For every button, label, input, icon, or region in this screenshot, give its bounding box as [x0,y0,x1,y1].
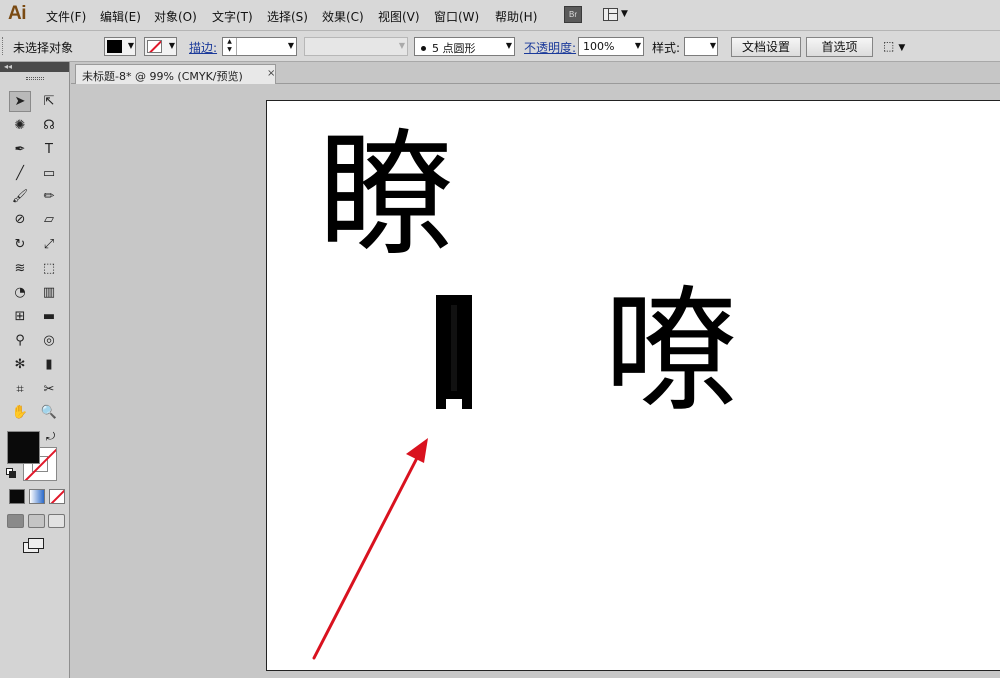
selection-tool-icon[interactable]: ➤ [9,91,31,112]
menu-object[interactable]: 对象(O) [154,8,197,25]
draw-behind-icon[interactable] [28,514,45,528]
line-tool-icon[interactable]: ╱ [9,163,31,184]
rotate-tool-icon[interactable]: ↻ [9,234,31,255]
workspace-layout-icon[interactable]: ▼ [603,7,629,23]
brush-definition-dropdown[interactable]: 5 点圆形 ▼ [414,37,515,56]
mesh-tool-icon[interactable]: ⊞ [9,306,31,327]
pen-tool-icon[interactable]: ✒ [9,139,31,160]
chevron-down-icon: ▼ [127,41,134,50]
outlined-shape[interactable] [436,295,472,409]
draw-inside-icon[interactable] [48,514,65,528]
screen-mode-icon[interactable] [23,538,45,554]
column-graph-tool-icon[interactable]: ▮ [38,354,60,375]
opacity-field[interactable]: 100% ▼ [578,37,644,56]
magic-wand-tool-icon[interactable]: ✺ [9,115,31,136]
perspective-grid-tool-icon[interactable]: ▥ [38,282,60,303]
blob-brush-tool-icon[interactable]: ⊘ [9,209,31,230]
chevron-down-icon: ▼ [505,41,512,50]
control-bar: 未选择对象 ▼ ▼ 描边: ▲ ▼ ▼ ▼ 5 点圆形 ▼ 不透明度: 100% … [0,31,1000,62]
direct-selection-tool-icon[interactable]: ⇱ [38,91,60,112]
menu-view[interactable]: 视图(V) [378,8,420,25]
panel-collapse-icon[interactable]: ◂◂ [0,62,69,72]
graphic-style-dropdown[interactable]: ▼ [684,37,718,56]
chevron-down-icon: ▼ [398,41,405,50]
rectangle-tool-icon[interactable]: ▭ [38,163,60,184]
stroke-color-dropdown[interactable]: ▼ [144,37,177,56]
panel-grip[interactable] [26,77,44,80]
opacity-value: 100% [583,40,615,53]
pencil-tool-icon[interactable]: ✏ [38,186,60,207]
no-stroke-icon [147,40,162,53]
close-icon[interactable]: × [267,68,275,79]
warp-tool-icon[interactable]: ≋ [9,258,31,279]
fill-color-dropdown[interactable]: ▼ [104,37,136,56]
menu-effect[interactable]: 效果(C) [322,8,364,25]
opacity-label[interactable]: 不透明度: [524,39,576,56]
stroke-weight-field[interactable]: ▲ ▼ ▼ [222,37,297,56]
menu-file[interactable]: 文件(F) [46,8,86,25]
variable-width-profile: ▼ [304,37,408,56]
document-tab-bar: 未标题-8* @ 99% (CMYK/预览) × [71,62,1000,84]
stepper-icon[interactable]: ▲ ▼ [223,38,237,55]
gradient-mode-button[interactable] [29,489,45,504]
document-tab[interactable]: 未标题-8* @ 99% (CMYK/预览) × [75,64,276,84]
draw-normal-icon[interactable] [7,514,24,528]
none-mode-button[interactable] [49,489,65,504]
selection-status: 未选择对象 [13,41,74,55]
menu-edit[interactable]: 编辑(E) [100,8,141,25]
canvas-glyph-top[interactable]: 瞭 [318,128,454,264]
free-transform-tool-icon[interactable]: ⬚ [38,258,60,279]
document-tab-title: 未标题-8* @ 99% (CMYK/预览) [82,70,243,83]
chevron-down-icon: ▼ [709,41,716,50]
brush-dot-icon [421,46,426,51]
hand-tool-icon[interactable]: ✋ [9,402,31,423]
scale-tool-icon[interactable]: ⤢ [38,234,60,255]
chevron-down-icon: ▼ [168,41,175,50]
app-logo: Ai [8,3,27,24]
fill-swatch-icon [107,40,122,53]
symbol-sprayer-tool-icon[interactable]: ✻ [9,354,31,375]
eraser-tool-icon[interactable]: ▱ [38,209,60,230]
paintbrush-tool-icon[interactable]: 🖌 [9,186,31,207]
menu-window[interactable]: 窗口(W) [434,8,479,25]
gradient-tool-icon[interactable]: ▬ [38,306,60,327]
zoom-tool-icon[interactable]: 🔍 [38,402,60,423]
type-tool-icon[interactable]: T [38,139,60,160]
artboard-tool-icon[interactable]: ⌗ [9,379,31,400]
menu-help[interactable]: 帮助(H) [495,8,537,25]
red-arrow-annotation [312,438,428,660]
menu-type[interactable]: 文字(T) [212,8,253,25]
document-setup-button[interactable]: 文档设置 [731,37,801,57]
bridge-icon[interactable]: Br [564,6,582,23]
shape-builder-tool-icon[interactable]: ◔ [9,282,31,303]
swap-fill-stroke-icon[interactable]: ⤾ [46,430,55,444]
chevron-down-icon: ▼ [634,41,641,50]
blend-tool-icon[interactable]: ◎ [38,330,60,351]
menu-bar: Ai 文件(F) 编辑(E) 对象(O) 文字(T) 选择(S) 效果(C) 视… [0,0,1000,31]
slice-tool-icon[interactable]: ✂ [38,379,60,400]
fill-color-swatch[interactable] [7,431,40,464]
color-mode-button[interactable] [9,489,25,504]
default-fill-stroke-icon[interactable] [6,468,18,478]
eyedropper-tool-icon[interactable]: ⚲ [9,330,31,351]
canvas-glyph-right[interactable]: 嘹 [604,284,739,419]
arrange-documents-icon[interactable]: ⬚ ▼ [883,39,913,55]
chevron-down-icon: ▼ [287,41,294,50]
panel-grip[interactable] [2,37,6,55]
menu-select[interactable]: 选择(S) [267,8,308,25]
brush-value: 5 点圆形 [432,42,476,55]
preferences-button[interactable]: 首选项 [806,37,873,57]
lasso-tool-icon[interactable]: ☊ [38,115,60,136]
style-label: 样式: [652,41,681,55]
stroke-label[interactable]: 描边: [189,39,217,56]
